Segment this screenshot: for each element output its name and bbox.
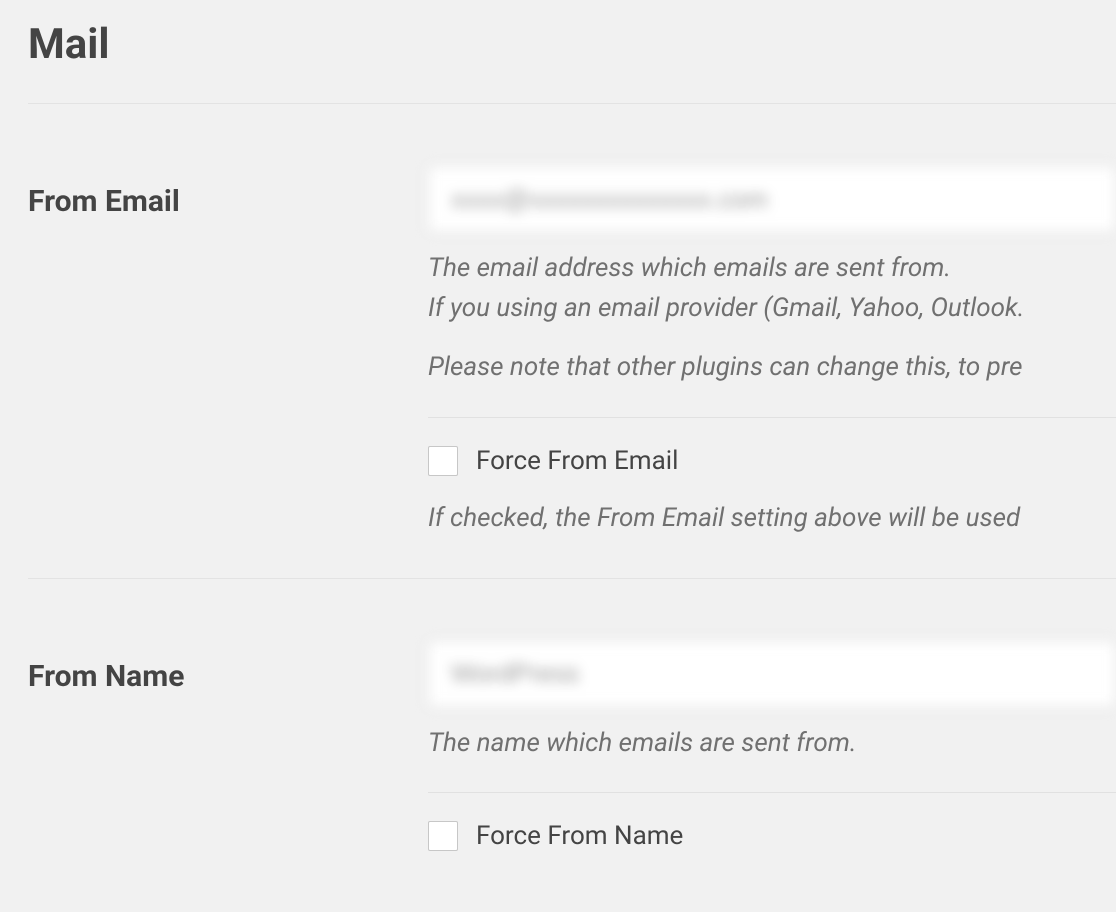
force-from-name-label: Force From Name [476,821,683,851]
from-name-input[interactable] [428,641,1116,707]
from-name-help-1: The name which emails are sent from. [428,725,1116,763]
from-email-label: From Email [28,166,428,219]
subdivider [428,417,1116,418]
from-email-input[interactable] [428,166,1116,232]
section-title: Mail [28,0,1116,103]
from-email-row: From Email The email address which email… [28,104,1116,538]
from-email-help-1: The email address which emails are sent … [428,250,1116,288]
from-email-help-2: If you using an email provider (Gmail, Y… [428,290,1116,328]
from-name-row: From Name The name which emails are sent… [28,579,1116,852]
from-email-help-3: Please note that other plugins can chang… [428,349,1116,387]
force-from-email-checkbox[interactable] [428,446,458,476]
force-from-email-label: Force From Email [476,446,678,476]
force-from-email-help: If checked, the From Email setting above… [428,500,1116,538]
subdivider [428,792,1116,793]
force-from-name-checkbox[interactable] [428,821,458,851]
from-name-label: From Name [28,641,428,694]
